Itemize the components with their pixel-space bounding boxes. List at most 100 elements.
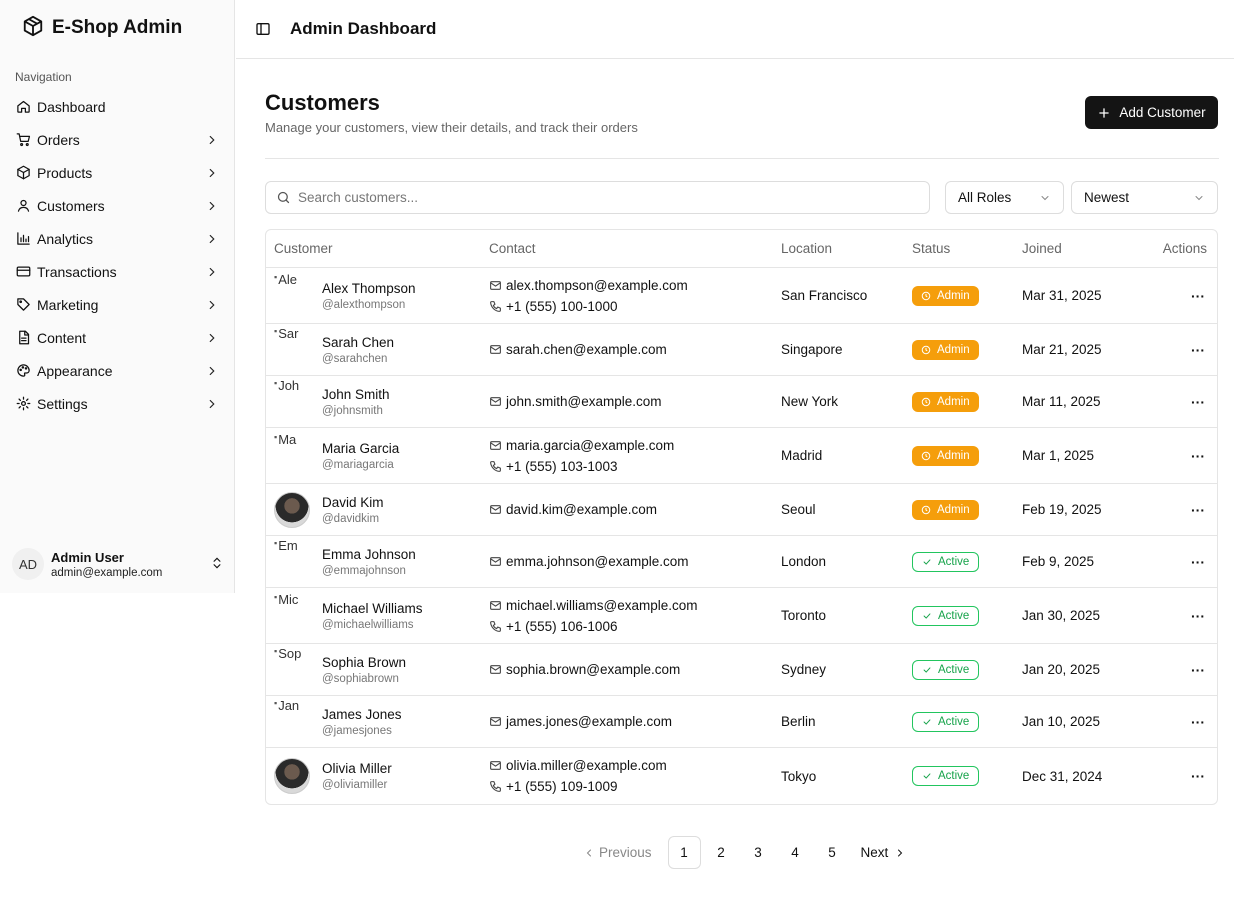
customer-name[interactable]: Sarah Chen [322, 335, 394, 350]
search-input[interactable] [298, 190, 898, 205]
sidebar-item-appearance[interactable]: Appearance [0, 354, 235, 387]
page-button-2[interactable]: 2 [705, 836, 738, 869]
table-row[interactable]: ▪ Em Emma Johnson @emmajohnson emma.johnson@… [266, 536, 1217, 588]
more-actions-icon[interactable]: ··· [1191, 288, 1205, 304]
sidebar-item-transactions[interactable]: Transactions [0, 255, 235, 288]
customer-phone: +1 (555) 103-1003 [506, 458, 618, 474]
customer-name[interactable]: David Kim [322, 495, 384, 510]
chevron-right-icon [205, 166, 219, 180]
sidebar-item-content[interactable]: Content [0, 321, 235, 354]
table-row[interactable]: ▪ Sar Sarah Chen @sarahchen sarah.chen@examp… [266, 324, 1217, 376]
more-actions-icon[interactable]: ··· [1191, 448, 1205, 464]
sidebar-nav: Dashboard Orders Products Customers Analytic… [0, 90, 235, 420]
page-subtitle: Manage your customers, view their detail… [265, 120, 638, 135]
customer-name[interactable]: Sophia Brown [322, 655, 406, 670]
status-badge: Active [912, 711, 980, 732]
search-box[interactable] [265, 181, 930, 214]
column-header-location: Location [781, 241, 833, 256]
sidebar-item-orders[interactable]: Orders [0, 123, 235, 156]
add-customer-button[interactable]: Add Customer [1085, 96, 1218, 129]
table-row[interactable]: Olivia Miller @oliviamiller olivia.miller@… [266, 748, 1217, 804]
table-row[interactable]: ▪ Ale Alex Thompson @alexthompson alex.thomp… [266, 268, 1217, 324]
more-actions-icon[interactable]: ··· [1191, 394, 1205, 410]
role-filter-select[interactable]: All Roles [945, 181, 1064, 214]
chevron-left-icon [586, 849, 591, 856]
customer-handle: @alexthompson [322, 298, 406, 311]
chevron-right-icon [205, 133, 219, 147]
role-filter-value: All Roles [958, 190, 1012, 205]
previous-page-button[interactable]: Previous [575, 836, 660, 869]
table-row[interactable]: ▪ Sop Sophia Brown @sophiabrown sophia.brown… [266, 644, 1217, 696]
mail-icon [489, 343, 502, 356]
more-actions-icon[interactable]: ··· [1191, 608, 1205, 624]
user-menu[interactable]: AD Admin User admin@example.com [12, 544, 224, 584]
chevrons-up-down-icon [210, 556, 224, 573]
page-button-4[interactable]: 4 [779, 836, 812, 869]
customer-name[interactable]: Michael Williams [322, 601, 423, 616]
customer-name[interactable]: Maria Garcia [322, 441, 399, 456]
status-badge: Admin [912, 499, 979, 520]
customer-name[interactable]: James Jones [322, 707, 402, 722]
more-actions-icon[interactable]: ··· [1191, 768, 1205, 784]
customer-name[interactable]: Emma Johnson [322, 547, 416, 562]
next-page-button[interactable]: Next [853, 836, 915, 869]
page-button-5[interactable]: 5 [816, 836, 849, 869]
customer-joined: Dec 31, 2024 [1022, 768, 1103, 784]
customer-name[interactable]: Alex Thompson [322, 281, 416, 296]
customer-email: sophia.brown@example.com [506, 662, 681, 677]
sidebar-item-settings[interactable]: Settings [0, 387, 235, 420]
more-actions-icon[interactable]: ··· [1191, 714, 1205, 730]
table-row[interactable]: David Kim @davidkim david.kim@example.com S… [266, 484, 1217, 536]
user-name: Admin User [51, 549, 124, 565]
package-icon [22, 15, 44, 40]
sidebar-toggle-icon[interactable] [255, 21, 271, 37]
search-icon [277, 191, 290, 204]
more-actions-icon[interactable]: ··· [1191, 554, 1205, 570]
table-row[interactable]: ▪ Jan James Jones @jamesjones james.jones@ex… [266, 696, 1217, 748]
customer-email: john.smith@example.com [506, 394, 662, 409]
chevron-right-icon [898, 849, 903, 856]
more-actions-icon[interactable]: ··· [1191, 342, 1205, 358]
page-button-3[interactable]: 3 [742, 836, 775, 869]
sidebar-item-label: Marketing [37, 296, 99, 313]
table-row[interactable]: ▪ Ma Maria Garcia @mariagarcia maria.garcia@… [266, 428, 1217, 484]
sidebar: E-Shop Admin Navigation Dashboard Orders P… [0, 0, 235, 593]
avatar: ▪ Sar [274, 325, 299, 341]
mail-icon [489, 759, 502, 772]
customer-name[interactable]: Olivia Miller [322, 761, 392, 776]
page-button-1[interactable]: 1 [667, 836, 701, 869]
more-actions-icon[interactable]: ··· [1191, 662, 1205, 678]
customer-email: olivia.miller@example.com [506, 758, 667, 773]
brand-title: E-Shop Admin [52, 16, 183, 38]
sidebar-item-label: Dashboard [37, 98, 106, 115]
customer-name[interactable]: John Smith [322, 387, 390, 402]
brand[interactable]: E-Shop Admin [22, 15, 182, 40]
avatar: ▪ Sop [274, 645, 302, 661]
chevron-right-icon [205, 265, 219, 279]
customer-handle: @sophiabrown [322, 672, 399, 685]
sidebar-item-analytics[interactable]: Analytics [0, 222, 235, 255]
avatar: ▪ Ale [274, 271, 297, 287]
chevron-right-icon [205, 397, 219, 411]
customer-email: sarah.chen@example.com [506, 342, 667, 357]
status-badge: Active [912, 551, 980, 572]
sort-select[interactable]: Newest [1071, 181, 1218, 214]
customer-handle: @mariagarcia [322, 458, 394, 471]
check-icon [922, 771, 932, 781]
table-row[interactable]: ▪ Mic Michael Williams @michaelwilliams mich… [266, 588, 1217, 644]
avatar: ▪ Mic [274, 591, 299, 607]
mail-icon [489, 555, 502, 568]
table-row[interactable]: ▪ Joh John Smith @johnsmith john.smith@examp… [266, 376, 1217, 428]
avatar: ▪ Ma [274, 431, 297, 447]
customer-location: Seoul [781, 502, 816, 517]
customer-handle: @emmajohnson [322, 564, 406, 577]
page-title: Customers [265, 90, 380, 115]
check-icon [922, 665, 932, 675]
sidebar-item-dashboard[interactable]: Dashboard [0, 90, 235, 123]
sidebar-item-customers[interactable]: Customers [0, 189, 235, 222]
more-actions-icon[interactable]: ··· [1191, 502, 1205, 518]
sidebar-item-marketing[interactable]: Marketing [0, 288, 235, 321]
sidebar-item-products[interactable]: Products [0, 156, 235, 189]
sidebar-item-label: Orders [37, 131, 80, 148]
bar-chart-icon [15, 231, 31, 247]
